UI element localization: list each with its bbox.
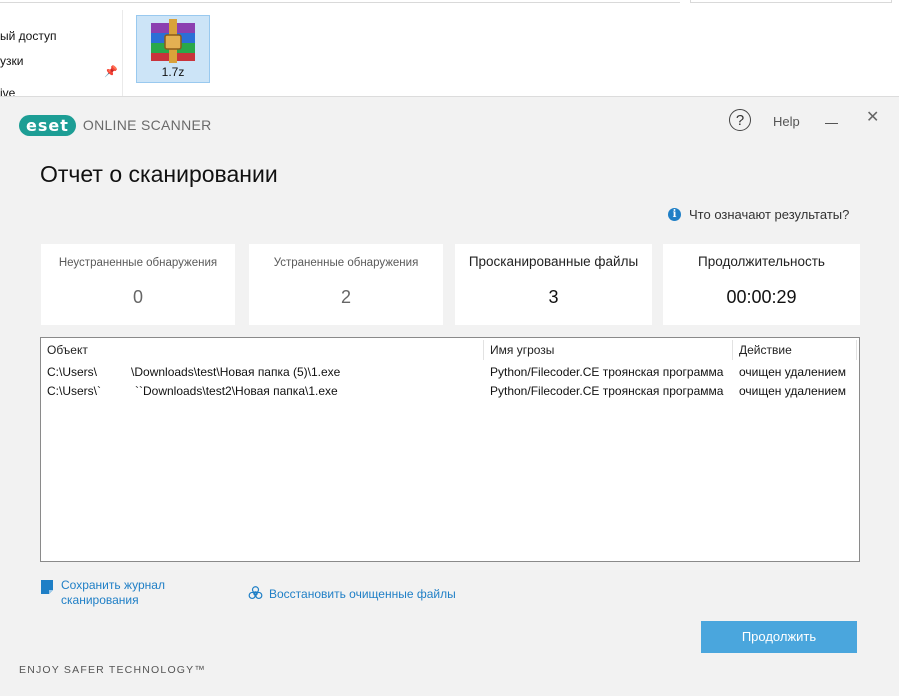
threat-name: Python/Filecoder.CE троянская программа (490, 384, 724, 398)
winrar-archive-icon (151, 19, 195, 63)
search-box[interactable] (690, 0, 892, 3)
nav-item-downloads[interactable]: узки (0, 54, 23, 68)
restore-files-link[interactable]: Восстановить очищенные файлы (248, 586, 456, 601)
eset-scanner-window: eset ONLINE SCANNER ? Help ✕ Отчет о ска… (0, 96, 899, 696)
stat-label: Просканированные файлы (468, 254, 639, 269)
product-name: ONLINE SCANNER (82, 117, 212, 133)
table-row[interactable]: C:\Users\` ``Downloads\test2\Новая папка\… (41, 384, 859, 403)
biohazard-icon (248, 586, 263, 600)
table-row[interactable]: C:\Users\ \Downloads\test\Новая папка (5)… (41, 365, 859, 384)
navigation-pane: ый доступ узки 📌 ive (0, 10, 123, 100)
results-help-label: Что означают результаты? (689, 207, 850, 222)
tagline: ENJOY SAFER TECHNOLOGY™ (19, 664, 207, 676)
stat-card-duration: Продолжительность 00:00:29 (663, 244, 860, 325)
help-button[interactable]: Help (773, 114, 800, 129)
results-help-link[interactable]: i Что означают результаты? (668, 207, 849, 222)
object-path: C:\Users\ \Downloads\test\Новая папка (5)… (47, 365, 341, 379)
nav-item-quick-access[interactable]: ый доступ (0, 29, 56, 43)
file-explorer-window: ый доступ узки 📌 ive 1.7z (0, 0, 899, 100)
column-divider[interactable] (732, 340, 733, 360)
stat-value: 2 (340, 287, 351, 307)
stat-label: Неустраненные обнаружения (58, 257, 218, 269)
column-divider[interactable] (483, 340, 484, 360)
column-divider[interactable] (856, 340, 857, 360)
stat-card-resolved: Устраненные обнаружения 2 (249, 244, 443, 325)
restore-files-label: Восстановить очищенные файлы (269, 586, 456, 601)
close-button[interactable]: ✕ (866, 110, 879, 126)
threat-name: Python/Filecoder.CE троянская программа (490, 365, 724, 379)
eset-logo: eset (19, 114, 76, 136)
column-header-action[interactable]: Действие (739, 343, 792, 357)
address-bar[interactable] (0, 0, 680, 3)
minimize-button[interactable] (825, 109, 839, 124)
stat-label: Устраненные обнаружения (273, 257, 419, 269)
help-icon[interactable]: ? (729, 109, 751, 131)
brand: eset ONLINE SCANNER (19, 114, 212, 136)
stat-value: 0 (132, 287, 143, 307)
continue-button[interactable]: Продолжить (701, 621, 857, 653)
save-log-link[interactable]: Сохранить журнал сканирования (41, 578, 171, 608)
detections-table[interactable]: Объект Имя угрозы Действие C:\Users\ \Dow… (40, 337, 860, 562)
stat-card-scanned-files: Просканированные файлы 3 (455, 244, 652, 325)
info-icon: i (668, 208, 681, 221)
save-log-label: Сохранить журнал сканирования (61, 578, 165, 607)
stat-value: 3 (548, 287, 559, 307)
file-item[interactable]: 1.7z (136, 15, 210, 83)
stat-value: 00:00:29 (726, 287, 797, 307)
object-path: C:\Users\` ``Downloads\test2\Новая папка\… (47, 384, 338, 398)
action-taken: очищен удалением (739, 365, 846, 379)
pin-icon: 📌 (104, 66, 118, 78)
column-header-threat[interactable]: Имя угрозы (490, 343, 554, 357)
stat-card-unresolved: Неустраненные обнаружения 0 (41, 244, 235, 325)
table-header: Объект Имя угрозы Действие (41, 338, 859, 360)
file-name: 1.7z (161, 65, 185, 79)
action-taken: очищен удалением (739, 384, 846, 398)
page-title: Отчет о сканировании (40, 161, 278, 187)
column-header-object[interactable]: Объект (47, 343, 88, 357)
stat-label: Продолжительность (698, 254, 825, 269)
save-log-icon (41, 580, 53, 594)
